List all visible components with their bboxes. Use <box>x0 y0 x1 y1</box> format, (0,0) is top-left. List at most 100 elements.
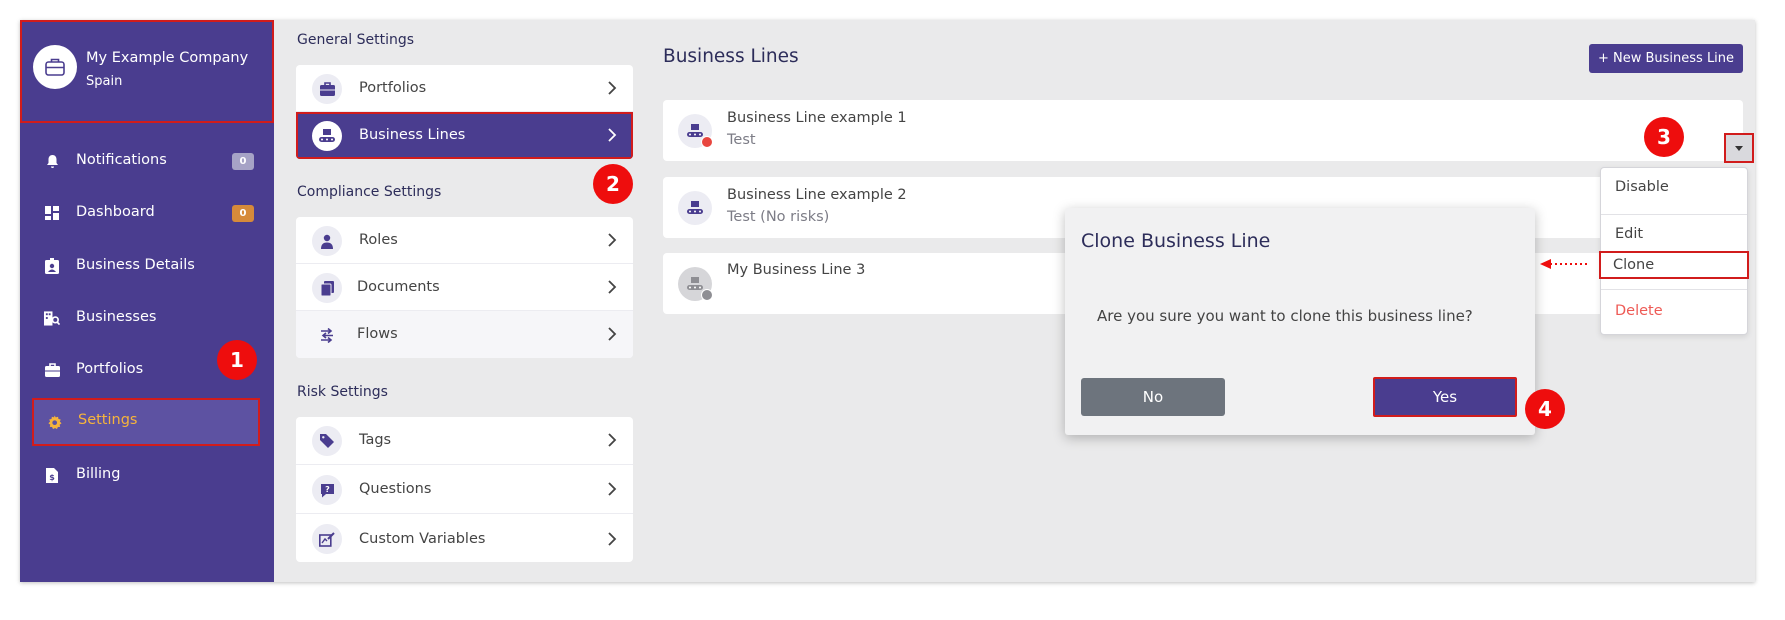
sidebar-item-label: Billing <box>76 466 121 482</box>
disabled-status-icon <box>701 289 713 301</box>
chevron-right-icon <box>608 482 617 496</box>
sidebar-item-label: Dashboard <box>76 204 155 220</box>
settings-item-business-lines[interactable]: Business Lines <box>296 112 633 159</box>
settings-item-label: Custom Variables <box>359 531 486 547</box>
notifications-count-badge: 0 <box>232 153 254 170</box>
settings-item-flows[interactable]: Flows <box>296 311 633 358</box>
company-name: My Example Company <box>86 50 249 66</box>
conveyor-icon <box>678 114 713 148</box>
business-line-description: Test <box>727 132 756 148</box>
risk-status-icon <box>701 136 713 148</box>
general-settings-card: Portfolios Business Lines <box>296 65 633 159</box>
sidebar-item-settings[interactable]: Settings <box>32 398 260 446</box>
sidebar-item-businesses[interactable]: Businesses <box>32 296 260 340</box>
sidebar-item-billing[interactable]: $ Billing <box>32 453 260 497</box>
chevron-right-icon <box>608 433 617 447</box>
compliance-settings-card: Roles Documents Flows <box>296 217 633 358</box>
business-line-name: My Business Line 3 <box>727 262 866 278</box>
actions-dropdown-menu: Disable Edit Clone Delete <box>1599 167 1749 335</box>
edit-chart-icon <box>312 524 342 554</box>
user-tie-icon <box>312 226 342 256</box>
sidebar-item-label: Notifications <box>76 152 167 168</box>
settings-item-label: Questions <box>359 481 432 497</box>
company-switcher[interactable]: My Example Company Spain <box>20 20 274 123</box>
clone-confirm-dialog: Clone Business Line Are you sure you wan… <box>1065 208 1535 435</box>
app-window: My Example Company Spain Notifications 0… <box>20 20 1755 582</box>
bell-icon <box>44 153 60 169</box>
briefcase-icon <box>33 45 77 89</box>
dashboard-count-badge: 0 <box>232 205 254 222</box>
sidebar-item-label: Business Details <box>76 257 195 273</box>
svg-text:?: ? <box>325 485 330 494</box>
menu-divider <box>1601 289 1747 290</box>
arrow-left-icon <box>1540 259 1590 269</box>
menu-item-delete[interactable]: Delete <box>1601 297 1747 325</box>
risk-settings-heading: Risk Settings <box>297 384 388 400</box>
settings-item-label: Portfolios <box>359 80 427 96</box>
settings-item-roles[interactable]: Roles <box>296 217 633 264</box>
flow-icon <box>312 320 342 350</box>
conveyor-icon <box>312 121 342 151</box>
gear-icon <box>46 414 62 430</box>
sidebar-item-dashboard[interactable]: Dashboard 0 <box>32 191 260 235</box>
step-marker: 3 <box>1644 117 1684 157</box>
settings-item-label: Documents <box>357 279 440 295</box>
chevron-right-icon <box>608 532 617 546</box>
chevron-right-icon <box>608 280 617 294</box>
sidebar-item-label: Businesses <box>76 309 157 325</box>
svg-text:$: $ <box>49 473 55 482</box>
question-bubble-icon: ? <box>312 475 342 505</box>
sidebar-item-notifications[interactable]: Notifications 0 <box>32 139 260 183</box>
step-marker: 1 <box>217 340 257 380</box>
settings-item-label: Flows <box>357 326 398 342</box>
settings-item-label: Business Lines <box>359 127 466 143</box>
invoice-icon: $ <box>44 467 60 483</box>
settings-item-documents[interactable]: Documents <box>296 264 633 311</box>
business-line-description: Test (No risks) <box>727 209 830 225</box>
step-marker: 4 <box>1525 389 1565 429</box>
sidebar-item-business-details[interactable]: Business Details <box>32 244 260 288</box>
building-search-icon <box>44 310 60 326</box>
page-title: Business Lines <box>663 46 799 67</box>
briefcase-icon <box>312 74 342 104</box>
tag-icon <box>312 426 342 456</box>
company-country: Spain <box>86 74 123 89</box>
id-badge-icon <box>44 258 60 274</box>
sidebar: My Example Company Spain Notifications 0… <box>20 20 274 582</box>
sidebar-item-label: Portfolios <box>76 361 144 377</box>
general-settings-heading: General Settings <box>297 32 415 48</box>
settings-item-portfolios[interactable]: Portfolios <box>296 65 633 112</box>
chevron-right-icon <box>608 327 617 341</box>
dialog-title: Clone Business Line <box>1081 230 1271 252</box>
compliance-settings-heading: Compliance Settings <box>297 184 442 200</box>
chevron-right-icon <box>608 233 617 247</box>
business-line-name: Business Line example 2 <box>727 187 907 203</box>
settings-item-custom-variables[interactable]: Custom Variables <box>296 514 633 562</box>
menu-item-disable[interactable]: Disable <box>1601 173 1747 201</box>
conveyor-icon <box>678 267 713 301</box>
sidebar-item-label: Settings <box>78 412 138 428</box>
chevron-right-icon <box>608 128 617 142</box>
dialog-message: Are you sure you want to clone this busi… <box>1097 307 1473 325</box>
business-line-card[interactable]: Business Line example 1 Test <box>663 100 1743 161</box>
conveyor-icon <box>678 191 712 225</box>
briefcase-icon <box>44 362 60 378</box>
new-business-line-button[interactable]: + New Business Line <box>1589 44 1743 73</box>
dashboard-icon <box>44 205 60 221</box>
business-line-name: Business Line example 1 <box>727 110 907 126</box>
menu-item-edit[interactable]: Edit <box>1601 220 1747 248</box>
chevron-right-icon <box>608 81 617 95</box>
risk-settings-card: Tags ? Questions Custom Variables <box>296 417 633 562</box>
settings-item-tags[interactable]: Tags <box>296 417 633 465</box>
yes-button[interactable]: Yes <box>1373 377 1517 417</box>
settings-item-label: Tags <box>359 432 392 448</box>
documents-icon <box>312 273 342 303</box>
step-marker: 2 <box>593 164 633 204</box>
settings-item-questions[interactable]: ? Questions <box>296 465 633 514</box>
caret-down-icon <box>1735 145 1743 151</box>
no-button[interactable]: No <box>1081 378 1225 416</box>
actions-dropdown-toggle[interactable] <box>1724 133 1754 163</box>
menu-item-clone[interactable]: Clone <box>1599 251 1749 279</box>
menu-divider <box>1601 214 1747 215</box>
settings-item-label: Roles <box>359 232 398 248</box>
